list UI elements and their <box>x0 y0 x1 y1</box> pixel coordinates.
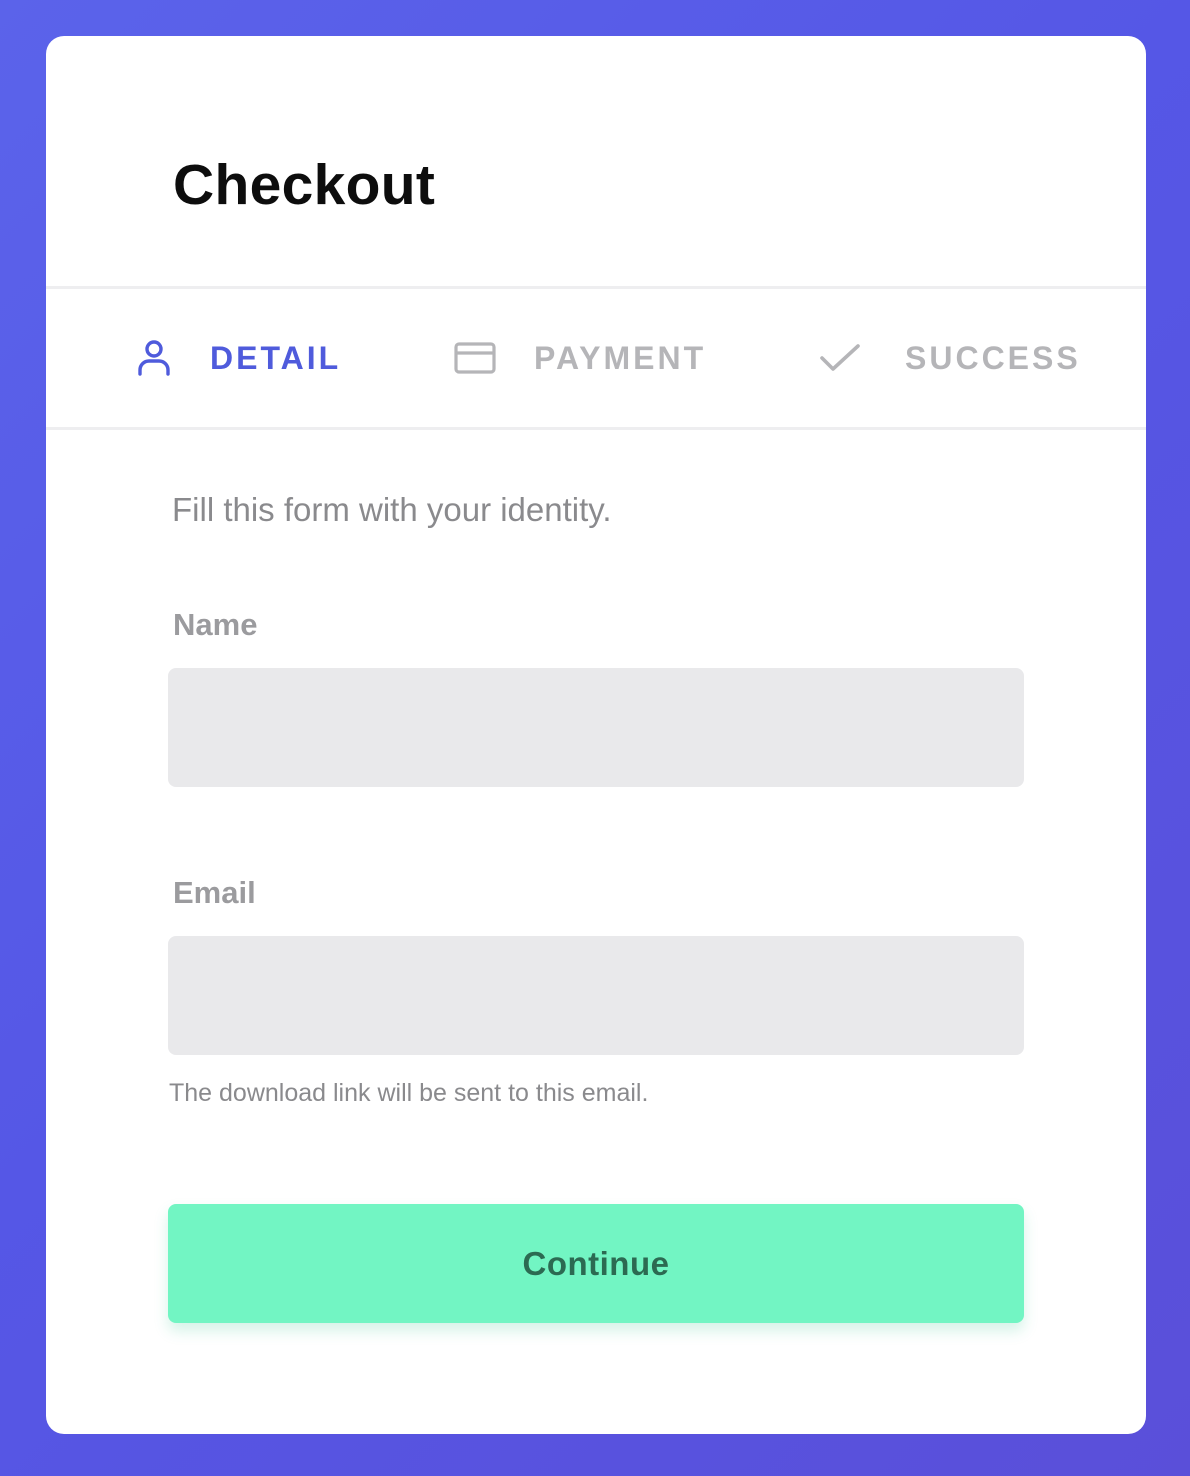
name-input[interactable] <box>168 668 1024 787</box>
step-detail[interactable]: DETAIL <box>132 289 341 427</box>
name-label: Name <box>173 607 258 642</box>
email-label: Email <box>173 875 256 910</box>
user-icon <box>132 336 176 380</box>
step-payment-label: PAYMENT <box>534 339 707 376</box>
step-success[interactable]: SUCCESS <box>818 289 1081 427</box>
step-success-label: SUCCESS <box>905 339 1081 376</box>
checkout-card: Checkout DETAIL PAYMENT SUCCESS Fill thi… <box>46 36 1146 1434</box>
step-payment[interactable]: PAYMENT <box>452 289 706 427</box>
continue-button[interactable]: Continue <box>168 1204 1024 1323</box>
credit-card-icon <box>452 336 500 380</box>
email-input[interactable] <box>168 936 1024 1055</box>
check-icon <box>818 336 862 380</box>
form-intro: Fill this form with your identity. <box>172 491 612 528</box>
checkout-steps: DETAIL PAYMENT SUCCESS <box>46 289 1146 430</box>
email-hint: The download link will be sent to this e… <box>169 1079 649 1107</box>
card-header: Checkout <box>46 36 1146 289</box>
page-title: Checkout <box>173 153 436 217</box>
step-detail-label: DETAIL <box>210 339 342 376</box>
